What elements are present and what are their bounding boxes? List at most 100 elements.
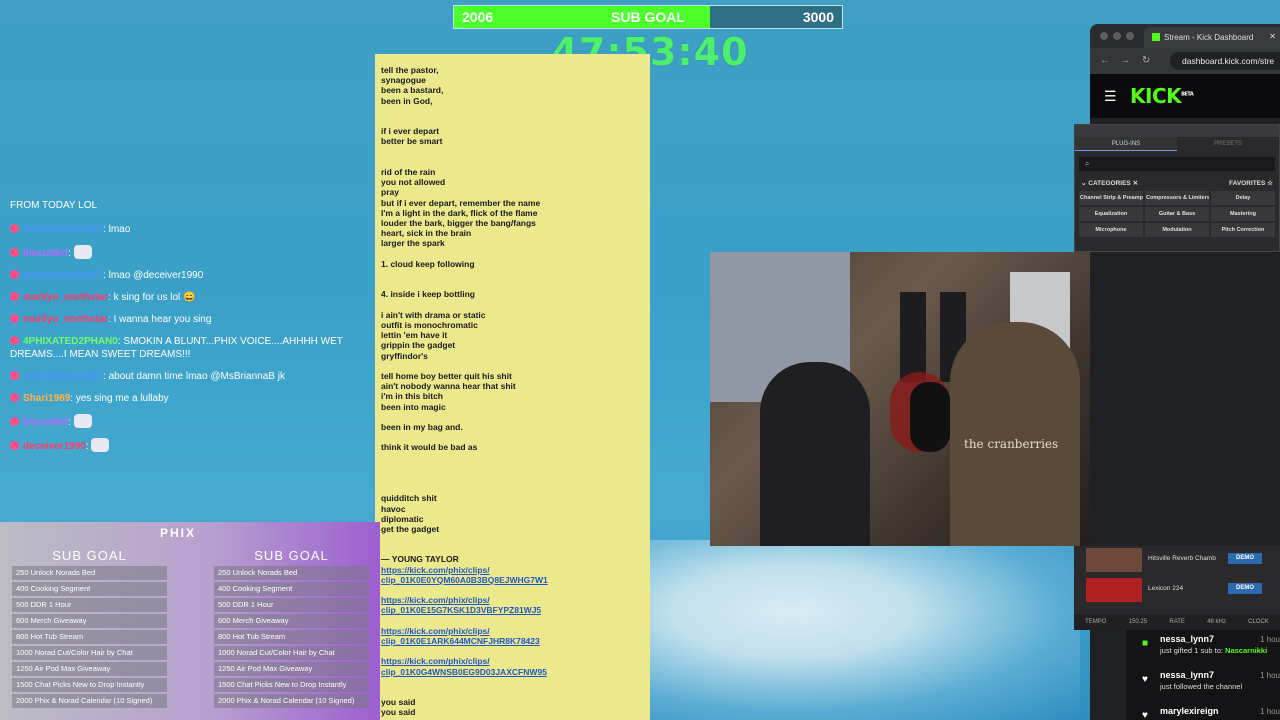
clip-link-line[interactable]: https://kick.com/phix/clips/ xyxy=(381,626,644,636)
user-badge-icon xyxy=(10,270,19,279)
plugin-category-button[interactable]: Mastering xyxy=(1211,207,1275,221)
sub-goal-item: 2000 Phix & Norad Calendar (10 Signed) xyxy=(12,694,167,708)
lyric-line xyxy=(381,279,644,289)
clip-link-id[interactable]: clip_01K0G4WNSB0EG9D03JAXCFNW95 xyxy=(381,667,644,677)
lyric-line: grippin the gadget xyxy=(381,340,456,351)
kick-logo[interactable]: KICKBETA xyxy=(1130,84,1194,108)
chat-message: ancientkesos617: lmao xyxy=(10,223,370,236)
plugin-search-input[interactable]: ⌕ xyxy=(1079,157,1275,171)
chat-message: ilmcutdof: xyxy=(10,245,370,260)
back-icon[interactable]: ← xyxy=(1100,55,1110,66)
lyric-line: synagogue xyxy=(381,75,426,86)
maximize-window-dot[interactable] xyxy=(1126,32,1134,40)
tab-plugins[interactable]: PLUG-INS xyxy=(1075,137,1177,151)
sub-goal-item: 800 Hot Tub Stream xyxy=(214,630,369,644)
chat-username[interactable]: marilyn_northstar xyxy=(23,292,108,303)
search-icon: ⌕ xyxy=(1085,159,1090,168)
lyric-line xyxy=(381,116,644,126)
user-badge-icon xyxy=(10,314,19,323)
forward-icon[interactable]: → xyxy=(1120,55,1130,66)
clear-icon[interactable]: ✕ xyxy=(1133,180,1138,187)
address-bar[interactable]: dashboard.kick.com/stre xyxy=(1170,52,1280,70)
lyric-line: i ain't with drama or static xyxy=(381,309,486,320)
user-badge-icon xyxy=(10,393,19,402)
user-badge-icon xyxy=(10,441,19,450)
chat-text: : k sing for us lol 😄 xyxy=(108,292,196,303)
clip-link-line[interactable]: https://kick.com/phix/clips/ xyxy=(381,595,644,605)
chat-username[interactable]: ancientkesos617 xyxy=(23,270,103,281)
close-window-dot[interactable] xyxy=(1100,32,1108,40)
sub-goal-item: 250 Unlock Norads Bed xyxy=(214,566,369,580)
sub-goal-item: 800 Hot Tub Stream xyxy=(12,630,167,644)
preset-row[interactable]: Hitsville Reverb Chamb DEMO xyxy=(1074,548,1280,576)
lyric-line: if i ever depart xyxy=(381,126,440,137)
clip-link-line[interactable]: https://kick.com/phix/clips/ xyxy=(381,565,644,575)
chat-username[interactable]: ancientkesos617 xyxy=(23,371,103,382)
lyric-spacer xyxy=(381,616,644,626)
clip-link-id[interactable]: clip_01K0E0YQM60A0B3BQ8EJWHG7W1 xyxy=(381,575,644,585)
browser-tab[interactable]: Stream - Kick Dashboard ✕ xyxy=(1144,27,1280,48)
lyric-line: get the gadget xyxy=(381,523,440,534)
reload-icon[interactable]: ↻ xyxy=(1142,55,1150,66)
preset-row[interactable]: Lexicon 224 DEMO xyxy=(1074,578,1280,606)
lyric-line: — YOUNG TAYLOR xyxy=(381,554,459,565)
chat-text: : about damn time lmao @MsBriannaB jk xyxy=(103,371,285,382)
menu-icon[interactable]: ☰ xyxy=(1104,88,1117,105)
lyric-line xyxy=(381,453,644,463)
lyrics-lines: tell the pastor, synagogue been a bastard,… xyxy=(381,65,644,565)
sub-goal-heading: SUB GOAL xyxy=(52,548,127,563)
lyric-line: been a bastard, xyxy=(381,85,444,96)
plugin-categories-header: ⌄ CATEGORIES ✕ FAVORITES ☆ xyxy=(1075,177,1279,189)
lyric-line: been into magic xyxy=(381,401,446,412)
chat-message: marilyn_northstar: k sing for us lol 😄 xyxy=(10,291,370,304)
plugin-category-button[interactable]: Delay xyxy=(1211,191,1275,205)
chat-username[interactable]: marilyn_northstar xyxy=(23,314,108,325)
tab-presets[interactable]: PRESETS xyxy=(1177,137,1279,151)
lyric-line: rid of the rain xyxy=(381,166,436,177)
plugin-browser-window: PLUG-INS PRESETS ⌕ ⌄ CATEGORIES ✕ FAVORI… xyxy=(1074,124,1280,252)
chat-username[interactable]: ilmcutdof xyxy=(23,248,68,259)
star-icon[interactable]: ☆ xyxy=(1267,180,1273,187)
lyric-line xyxy=(381,534,644,544)
plugin-category-button[interactable]: Guitar & Bass xyxy=(1145,207,1209,221)
lyric-line: lettin 'em have it xyxy=(381,330,448,341)
tab-close-icon[interactable]: ✕ xyxy=(1269,32,1276,41)
chat-username[interactable]: 4PHIXATED2PHAN0 xyxy=(23,336,118,347)
shirt-print: the cranberries xyxy=(964,437,1059,451)
activity-time: 1 hou xyxy=(1259,671,1280,680)
demo-button[interactable]: DEMO xyxy=(1228,583,1262,594)
activity-item: ♥ marylexireign 1 hou xyxy=(1126,702,1280,720)
plugin-category-button[interactable]: Microphone xyxy=(1079,223,1143,237)
demo-button[interactable]: DEMO xyxy=(1228,553,1262,564)
plugin-category-button[interactable]: Modulation xyxy=(1145,223,1209,237)
chat-overlay: FROM TODAY LOL ancientkesos617: lmao ilmc… xyxy=(10,200,370,462)
chat-username[interactable]: deceiver1990 xyxy=(23,441,86,452)
plugin-category-button[interactable]: Compressors & Limiters xyxy=(1145,191,1209,205)
gift-icon: ■ xyxy=(1142,638,1149,649)
plugin-category-button[interactable]: Equalization xyxy=(1079,207,1143,221)
lyric-line: but if i ever depart, remember the name xyxy=(381,197,541,208)
clip-link-line[interactable]: https://kick.com/phix/clips/ xyxy=(381,656,644,666)
rate-value[interactable]: 48 kHz xyxy=(1207,619,1226,625)
minimize-window-dot[interactable] xyxy=(1113,32,1121,40)
clip-link-id[interactable]: clip_01K0E15G7KSK1D3VBFYPZ81WJ5 xyxy=(381,605,644,615)
chat-username[interactable]: Shari1989 xyxy=(23,393,70,404)
user-badge-icon xyxy=(10,417,19,426)
chat-text: : lmao xyxy=(103,224,131,235)
streamer-left xyxy=(760,362,870,546)
browser-tab-bar: Stream - Kick Dashboard ✕ xyxy=(1090,24,1280,48)
lyric-line xyxy=(381,361,644,371)
rate-label: RATE xyxy=(1169,619,1185,625)
plugin-category-button[interactable]: Pitch Correction xyxy=(1211,223,1275,237)
plugin-category-button[interactable]: Channel Strip & Preamp xyxy=(1079,191,1143,205)
sub-goal-item: 1500 Chat Picks New to Drop Instantly xyxy=(12,678,167,692)
plugin-footer: TEMPO 150.25 RATE 48 kHz CLOCK xyxy=(1074,614,1280,630)
lyric-line: outfit is monochromatic xyxy=(381,319,478,330)
clock-label: CLOCK xyxy=(1248,619,1269,625)
clip-link-id[interactable]: clip_01K0E1ARK644MCNFJHR8K78423 xyxy=(381,636,644,646)
chat-username[interactable]: ilmcutdof xyxy=(23,417,68,428)
tempo-value[interactable]: 150.25 xyxy=(1129,619,1147,625)
lyric-line: i'm in this bitch xyxy=(381,391,443,402)
chat-username[interactable]: ancientkesos617 xyxy=(23,224,103,235)
favorites-label[interactable]: FAVORITES xyxy=(1229,180,1265,187)
